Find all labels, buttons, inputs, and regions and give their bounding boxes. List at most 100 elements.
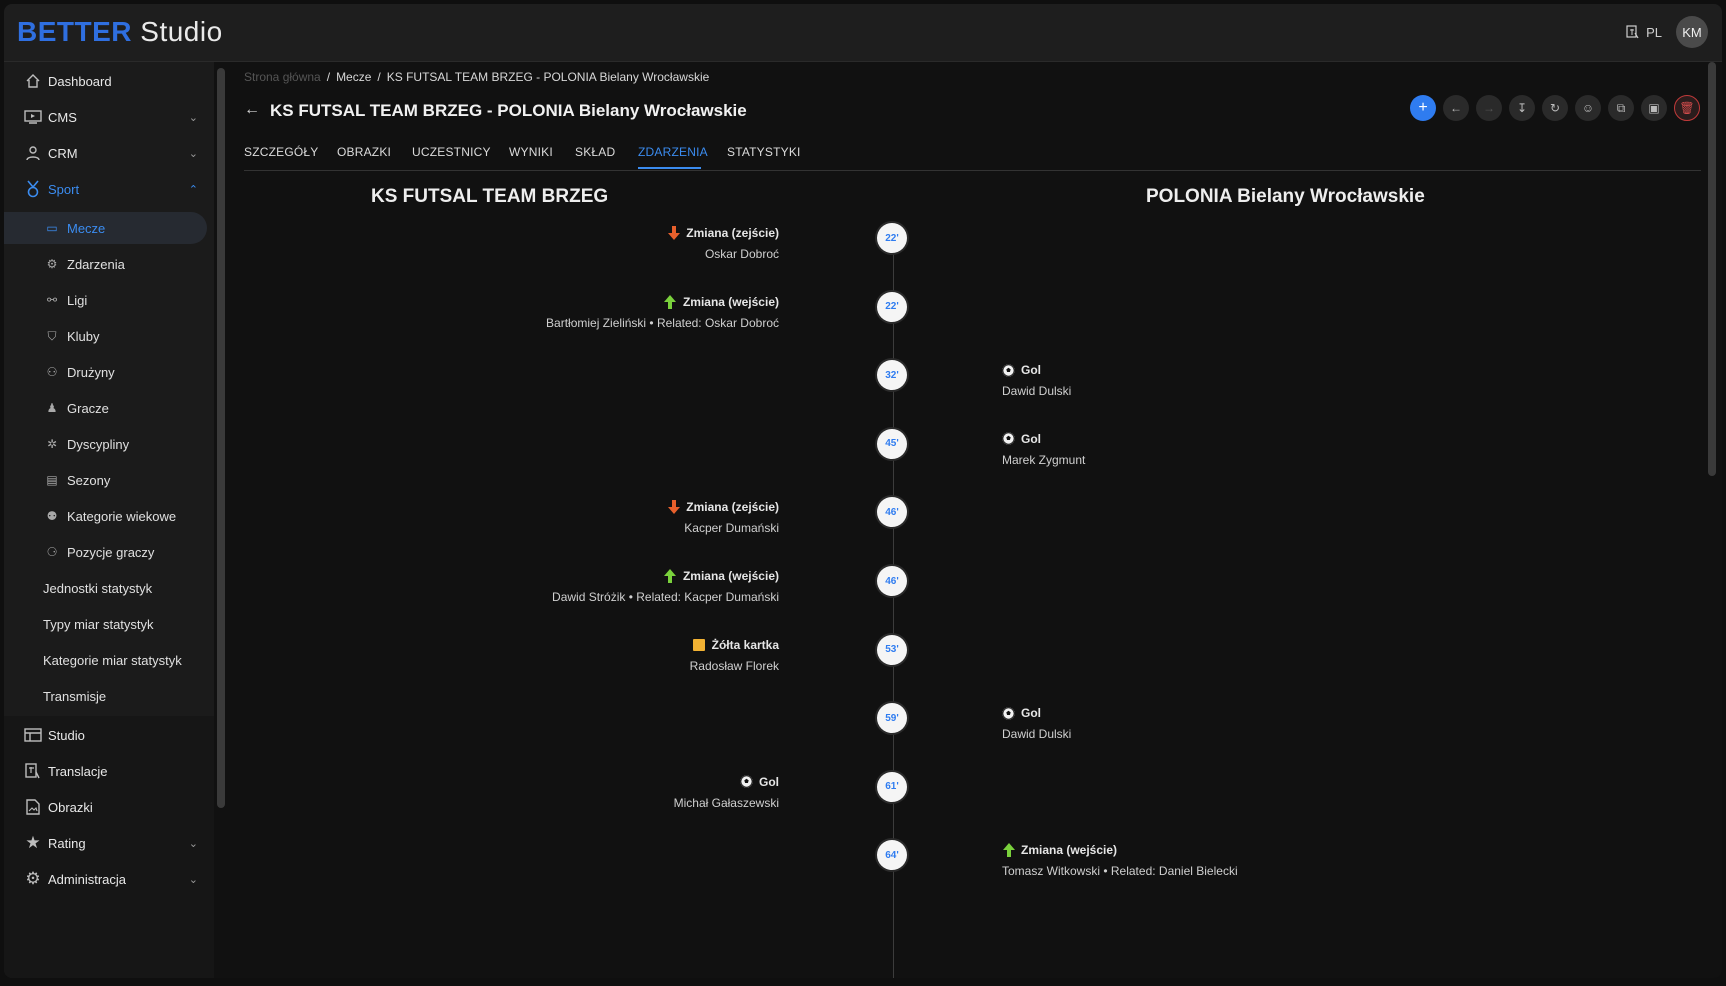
hierarchy-icon: ⚯ xyxy=(46,293,58,307)
sidebar-item-dyscypliny[interactable]: ✲ Dyscypliny xyxy=(4,428,214,460)
event-detail: Radosław Florek xyxy=(689,658,779,673)
sidebar-item-sport[interactable]: Sport ⌃ xyxy=(4,172,214,206)
sidebar-item-kategorie-miar-statystyk[interactable]: Kategorie miar statystyk xyxy=(4,644,214,676)
delete-button[interactable]: 🗑 xyxy=(1674,95,1700,121)
tab-zdarzenia[interactable]: ZDARZENIA xyxy=(638,145,708,159)
translate-icon xyxy=(24,762,42,780)
copy-button[interactable]: ⧉ xyxy=(1608,95,1634,121)
tab-sklad[interactable]: SKŁAD xyxy=(575,145,615,159)
player-icon: ♟ xyxy=(46,401,58,415)
event-item[interactable]: Zmiana (zejście) Oskar Dobroć xyxy=(667,226,779,261)
add-button[interactable]: + xyxy=(1410,95,1436,121)
sidebar-item-studio[interactable]: Studio xyxy=(4,718,214,752)
sidebar-scrollbar[interactable] xyxy=(217,68,225,808)
minute-badge: 64' xyxy=(877,840,907,871)
event-title: Gol xyxy=(1021,363,1041,378)
tab-wyniki[interactable]: WYNIKI xyxy=(509,145,553,159)
sidebar-item-druzyny[interactable]: ⚇ Drużyny xyxy=(4,356,214,388)
refresh-button[interactable]: ↻ xyxy=(1542,95,1568,121)
arrow-up-icon xyxy=(664,294,677,309)
minute-badge: 45' xyxy=(877,428,907,459)
next-button[interactable]: → xyxy=(1476,95,1502,121)
chevron-down-icon: ⌄ xyxy=(188,837,198,850)
sidebar-item-gracze[interactable]: ♟ Gracze xyxy=(4,392,214,424)
sidebar-item-obrazki[interactable]: Obrazki xyxy=(4,790,214,824)
event-header: Zmiana (wejście) xyxy=(1002,843,1238,858)
sidebar-item-kategorie-wiekowe[interactable]: ⚉ Kategorie wiekowe xyxy=(4,500,214,532)
soccer-ball-icon xyxy=(740,775,753,788)
main-scrollbar[interactable] xyxy=(1708,62,1716,476)
sidebar-item-cms[interactable]: CMS ⌄ xyxy=(4,100,214,134)
sidebar-item-label: Ligi xyxy=(67,292,88,308)
sidebar-item-sezony[interactable]: ▤ Sezony xyxy=(4,464,214,496)
sidebar-item-administracja[interactable]: ⚙ Administracja ⌄ xyxy=(4,862,214,896)
event-detail: Dawid Dulski xyxy=(1002,727,1072,742)
image-file-icon xyxy=(24,798,42,816)
event-item[interactable]: Zmiana (wejście) Dawid Stróżik • Related:… xyxy=(552,569,779,604)
logo[interactable]: BETTER Studio xyxy=(17,16,223,48)
download-button[interactable]: ↧ xyxy=(1509,95,1535,121)
translate-icon xyxy=(1626,25,1639,39)
sidebar-item-pozycje-graczy[interactable]: ⚆ Pozycje graczy xyxy=(4,536,214,568)
event-item[interactable]: Gol Michał Gałaszewski xyxy=(674,775,779,810)
sidebar-item-label: Dashboard xyxy=(48,73,112,89)
team-icon: ⚇ xyxy=(46,365,58,379)
sidebar-item-label: CMS xyxy=(48,109,77,125)
preview-button[interactable]: ▣ xyxy=(1641,95,1667,121)
minute-badge: 61' xyxy=(877,771,907,802)
event-title: Gol xyxy=(1021,706,1041,721)
sidebar-item-jednostki-statystyk[interactable]: Jednostki statystyk xyxy=(4,572,214,604)
tab-obrazki[interactable]: OBRAZKI xyxy=(337,145,391,159)
tab-bar: SZCZEGÓŁY OBRAZKI UCZESTNICY WYNIKI SKŁA… xyxy=(244,136,1701,171)
sidebar-item-transmisje[interactable]: Transmisje xyxy=(4,680,214,712)
page-title: KS FUTSAL TEAM BRZEG - POLONIA Bielany W… xyxy=(270,101,747,120)
arrow-down-icon xyxy=(667,500,680,515)
soccer-ball-icon xyxy=(1002,432,1015,445)
breadcrumb-separator: / xyxy=(377,70,381,84)
previous-button[interactable]: ← xyxy=(1443,95,1469,121)
event-title: Zmiana (wejście) xyxy=(1021,843,1118,858)
event-header: Zmiana (zejście) xyxy=(667,226,779,240)
avatar[interactable]: KM xyxy=(1676,16,1708,48)
minute-badge: 22' xyxy=(877,291,907,322)
sidebar-item-mecze[interactable]: ▭ Mecze xyxy=(4,212,207,244)
sidebar-item-typy-miar-statystyk[interactable]: Typy miar statystyk xyxy=(4,608,214,640)
sidebar-item-kluby[interactable]: ⛉ Kluby xyxy=(4,320,214,352)
language-switcher[interactable]: PL xyxy=(1626,25,1662,40)
sidebar-item-label: Sezony xyxy=(67,472,111,488)
app-window: BETTER Studio PL KM Dashboard CMS ⌄ CRM … xyxy=(4,4,1722,978)
event-item[interactable]: Zmiana (wejście) Bartłomiej Zieliński • R… xyxy=(546,294,779,330)
sidebar-item-dashboard[interactable]: Dashboard xyxy=(4,64,214,98)
sidebar-item-zdarzenia[interactable]: ⚙ Zdarzenia xyxy=(4,248,214,280)
sidebar-item-translacje[interactable]: Translacje xyxy=(4,754,214,788)
sidebar-item-label: Jednostki statystyk xyxy=(43,580,153,596)
sidebar-item-rating[interactable]: ★ Rating ⌄ xyxy=(4,826,214,860)
sidebar-item-label: Dyscypliny xyxy=(67,436,130,452)
sidebar-item-crm[interactable]: CRM ⌄ xyxy=(4,136,214,170)
event-title: Gol xyxy=(1021,431,1041,446)
back-arrow-icon[interactable]: ← xyxy=(244,101,260,119)
yellow-card-icon xyxy=(693,638,706,651)
event-item[interactable]: Zmiana (wejście) Tomasz Witkowski • Relat… xyxy=(1002,843,1238,878)
event-title: Zmiana (wejście) xyxy=(682,294,779,309)
event-item[interactable]: Żółta kartka Radosław Florek xyxy=(690,638,779,673)
minute-badge: 46' xyxy=(877,497,907,528)
scoreboard-icon: ▭ xyxy=(46,221,58,235)
tab-statystyki[interactable]: STATYSTYKI xyxy=(727,145,801,159)
event-item[interactable]: Zmiana (zejście) Kacper Dumański xyxy=(667,500,779,535)
home-team-name: KS FUTSAL TEAM BRZEG xyxy=(371,186,609,207)
breadcrumb-matches[interactable]: Mecze xyxy=(336,70,371,84)
sidebar-item-ligi[interactable]: ⚯ Ligi xyxy=(4,284,214,316)
tab-uczestnicy[interactable]: UCZESTNICY xyxy=(412,145,491,159)
event-detail: Kacper Dumański xyxy=(684,521,779,536)
event-item[interactable]: Gol Dawid Dulski xyxy=(1002,363,1071,398)
event-item[interactable]: Gol Marek Zygmunt xyxy=(1002,432,1085,467)
person-search-button[interactable]: ☺ xyxy=(1575,95,1601,121)
chevron-down-icon: ⌄ xyxy=(188,873,198,886)
event-item[interactable]: Gol Dawid Dulski xyxy=(1002,706,1071,741)
event-detail: Oskar Dobroć xyxy=(704,247,779,261)
breadcrumb: Strona główna / Mecze / KS FUTSAL TEAM B… xyxy=(244,70,709,84)
tab-szczegoly[interactable]: SZCZEGÓŁY xyxy=(244,145,318,159)
minute-badge: 59' xyxy=(877,703,907,734)
breadcrumb-home[interactable]: Strona główna xyxy=(244,70,321,84)
